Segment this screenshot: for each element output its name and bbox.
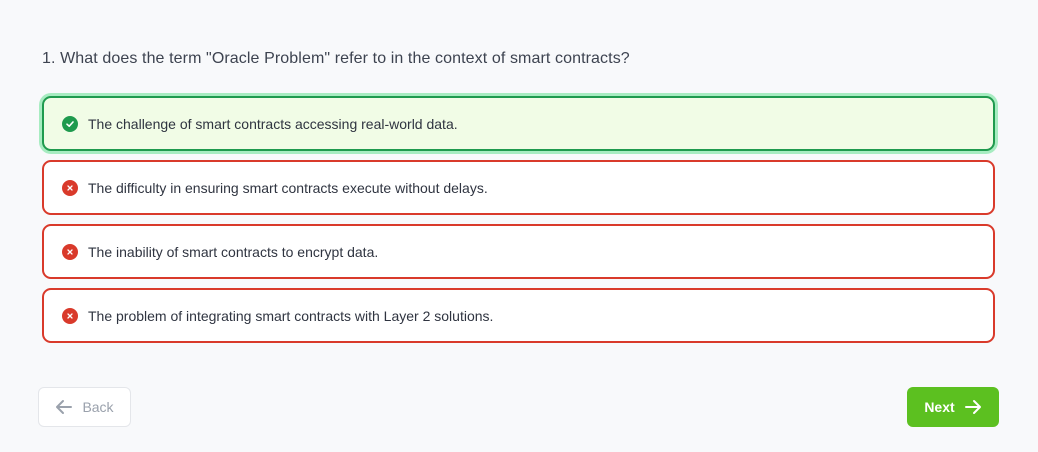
- answer-option-label: The inability of smart contracts to encr…: [88, 243, 379, 260]
- answer-options: The challenge of smart contracts accessi…: [42, 96, 995, 352]
- x-circle-icon: [62, 243, 78, 260]
- question-text: 1. What does the term "Oracle Problem" r…: [42, 50, 630, 67]
- x-circle-icon: [62, 179, 78, 196]
- answer-option-incorrect[interactable]: The inability of smart contracts to encr…: [42, 224, 995, 279]
- back-button-label: Back: [82, 399, 114, 415]
- answer-option-label: The challenge of smart contracts accessi…: [88, 115, 458, 132]
- next-button-label: Next: [924, 399, 955, 415]
- back-button[interactable]: Back: [38, 387, 131, 427]
- arrow-right-icon: [964, 399, 982, 415]
- x-circle-icon: [62, 307, 78, 324]
- next-button[interactable]: Next: [907, 387, 999, 427]
- check-circle-icon: [62, 115, 78, 132]
- answer-option-incorrect[interactable]: The problem of integrating smart contrac…: [42, 288, 995, 343]
- answer-option-correct[interactable]: The challenge of smart contracts accessi…: [42, 96, 995, 151]
- arrow-left-icon: [55, 399, 73, 415]
- answer-option-label: The difficulty in ensuring smart contrac…: [88, 179, 488, 196]
- answer-option-label: The problem of integrating smart contrac…: [88, 307, 494, 324]
- answer-option-incorrect[interactable]: The difficulty in ensuring smart contrac…: [42, 160, 995, 215]
